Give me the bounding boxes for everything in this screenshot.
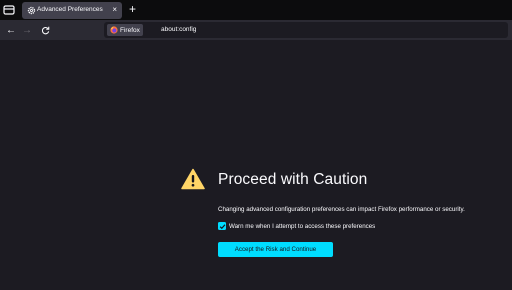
warning-icon [181,168,205,190]
warn-checkbox-label[interactable]: Warn me when I attempt to access these p… [229,223,375,230]
identity-label: Firefox [120,26,140,34]
new-tab-button[interactable]: + [129,3,136,15]
firefox-logo-icon [110,26,118,34]
forward-button[interactable]: → [20,23,34,37]
back-button[interactable]: ← [4,23,18,37]
accept-risk-button[interactable]: Accept the Risk and Continue [218,242,333,257]
reload-button[interactable] [38,23,52,37]
warning-description: Changing advanced configuration preferen… [218,206,465,213]
url-text[interactable]: about:config [161,26,196,33]
page-title: Proceed with Caution [218,171,368,188]
gear-icon [27,6,36,15]
tab-overview-icon[interactable] [3,4,15,16]
tab-strip: Advanced Preferences × + [0,0,512,20]
url-bar[interactable]: Firefox about:config [104,22,508,38]
reload-icon [41,26,49,34]
tab-title: Advanced Preferences [37,6,103,13]
close-tab-icon[interactable]: × [112,6,117,14]
navigation-toolbar: ← → Firefox about:config [0,20,512,40]
checkmark-icon [219,223,225,229]
warn-checkbox[interactable] [218,222,226,230]
identity-box[interactable]: Firefox [107,24,143,36]
tab-advanced-preferences[interactable]: Advanced Preferences × [22,2,122,19]
